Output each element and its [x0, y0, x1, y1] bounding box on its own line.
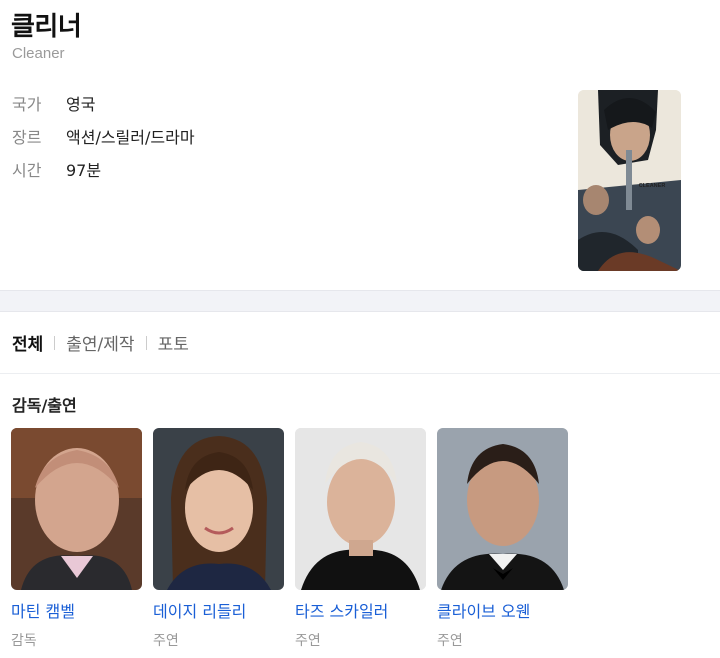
original-title: Cleaner — [12, 45, 65, 62]
info-label: 국가 — [12, 94, 42, 114]
person-photo[interactable] — [153, 428, 284, 590]
info-value: 액션/스릴러/드라마 — [66, 127, 195, 147]
info-row-runtime: 시간 97분 — [12, 152, 195, 185]
person-name[interactable]: 클라이브 오웬 — [437, 598, 568, 622]
person-role: 주연 — [295, 633, 321, 649]
person-card[interactable]: 타즈 스카일러 주연 — [295, 428, 426, 650]
person-name[interactable]: 타즈 스카일러 — [295, 598, 426, 622]
movie-info: 국가 영국 장르 액션/스릴러/드라마 시간 97분 — [12, 86, 195, 185]
person-role: 감독 — [11, 633, 37, 649]
tab-cast-crew[interactable]: 출연/제작 — [66, 330, 134, 355]
svg-text:CLEANER: CLEANER — [639, 183, 666, 189]
person-card[interactable]: 마틴 캠벨 감독 — [11, 428, 142, 650]
tab-photos[interactable]: 포토 — [158, 330, 189, 355]
person-name[interactable]: 데이지 리들리 — [153, 598, 284, 622]
section-divider — [0, 290, 720, 312]
person-photo[interactable] — [437, 428, 568, 590]
tab-separator — [54, 335, 56, 350]
tab-all[interactable]: 전체 — [12, 330, 43, 355]
info-row-genre: 장르 액션/스릴러/드라마 — [12, 119, 195, 152]
info-value: 영국 — [66, 94, 96, 114]
person-role: 주연 — [153, 633, 179, 649]
person-photo[interactable] — [11, 428, 142, 590]
person-role: 주연 — [437, 633, 463, 649]
person-card[interactable]: 데이지 리들리 주연 — [153, 428, 284, 650]
person-card[interactable]: 클라이브 오웬 주연 — [437, 428, 568, 650]
info-label: 시간 — [12, 160, 42, 180]
info-label: 장르 — [12, 127, 42, 147]
poster-image: CLEANER — [578, 90, 681, 271]
people-list: 마틴 캠벨 감독 데이지 리들리 주연 타즈 스카일러 주연 클라이브 오웬 주… — [11, 428, 579, 650]
page-title: 클리너 — [11, 12, 82, 42]
tab-bar: 전체 출연/제작 포토 — [12, 330, 189, 355]
movie-poster[interactable]: CLEANER — [578, 90, 681, 271]
info-row-country: 국가 영국 — [12, 86, 195, 119]
person-name[interactable]: 마틴 캠벨 — [11, 598, 142, 622]
tab-separator — [145, 335, 147, 350]
info-value: 97분 — [66, 160, 102, 180]
person-photo[interactable] — [295, 428, 426, 590]
tab-divider — [0, 373, 720, 374]
section-title: 감독/출연 — [12, 396, 77, 415]
